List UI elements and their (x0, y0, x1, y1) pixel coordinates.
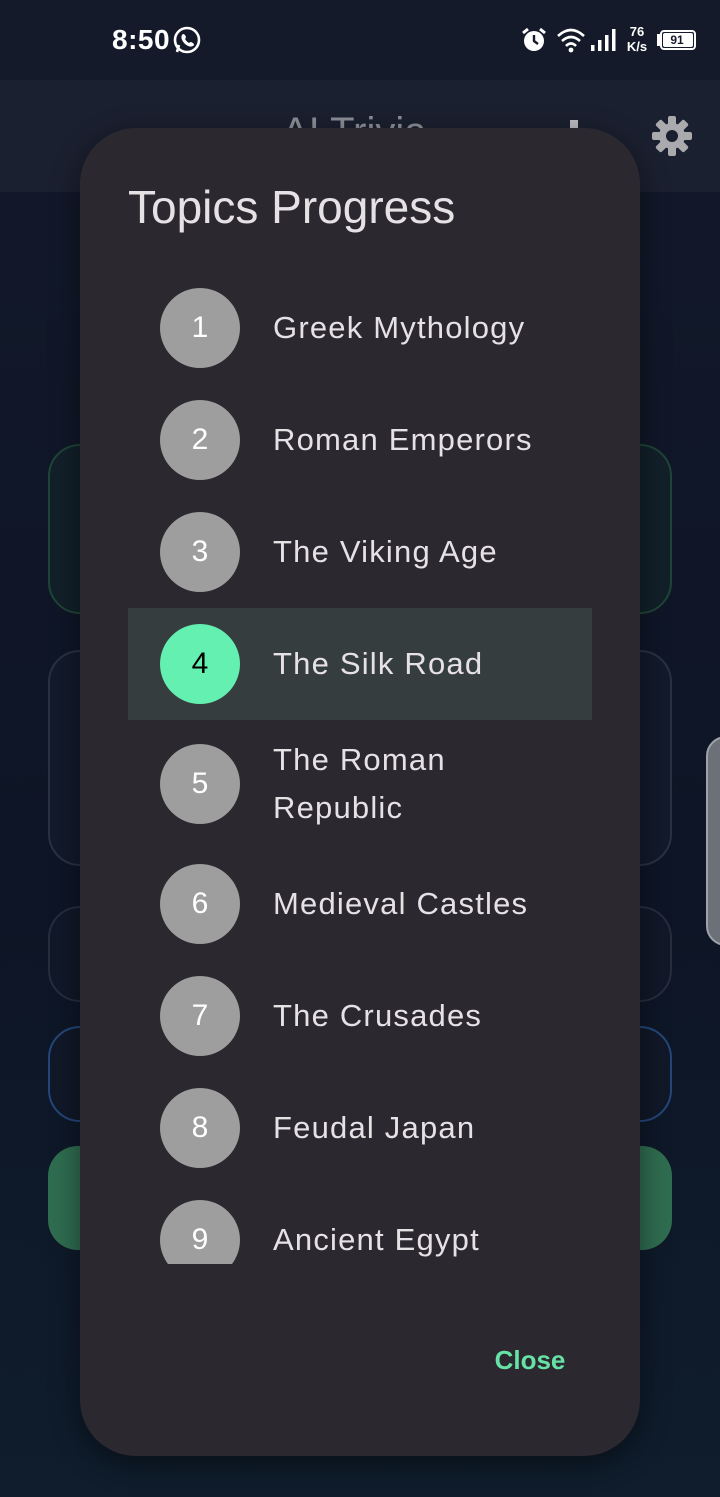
topic-number-badge: 8 (160, 1088, 240, 1168)
list-item[interactable]: 8 Feudal Japan (128, 1072, 592, 1184)
signal-icon (591, 29, 616, 51)
net-speed-value: 76 (629, 24, 645, 39)
topics-progress-dialog: Topics Progress 1 Greek Mythology 2 Roma… (80, 128, 640, 1456)
wifi-icon (557, 28, 585, 53)
status-time: 8:50 (112, 24, 171, 55)
topic-number-badge: 5 (160, 744, 240, 824)
list-item[interactable]: 5 The Roman Republic (128, 720, 592, 848)
net-speed-unit: K/s (626, 39, 648, 54)
topic-number-badge: 7 (160, 976, 240, 1056)
gear-icon[interactable] (650, 114, 694, 158)
topic-label: Medieval Castles (273, 886, 529, 921)
topic-number-badge: 3 (160, 512, 240, 592)
topic-label: Feudal Japan (273, 1110, 476, 1145)
topic-number-badge: 9 (160, 1200, 240, 1264)
list-item-selected[interactable]: 4 The Silk Road (128, 608, 592, 720)
list-item[interactable]: 7 The Crusades (128, 960, 592, 1072)
whatsapp-icon (173, 26, 201, 54)
list-item[interactable]: 2 Roman Emperors (128, 384, 592, 496)
list-item[interactable]: 6 Medieval Castles (128, 848, 592, 960)
dialog-title: Topics Progress (128, 181, 456, 233)
side-handle[interactable] (706, 736, 720, 946)
topic-label: Greek Mythology (273, 310, 526, 345)
alarm-icon (522, 27, 546, 51)
list-item[interactable]: 3 The Viking Age (128, 496, 592, 608)
topic-number-badge: 1 (160, 288, 240, 368)
topic-label: Ancient Egypt (273, 1222, 480, 1257)
battery-level: 91 (670, 33, 684, 47)
topic-label: The Crusades (273, 998, 483, 1033)
status-bar: 8:50 76 K/s 91 (0, 0, 720, 80)
net-speed: 76 K/s (622, 24, 652, 54)
list-item[interactable]: 9 Ancient Egypt (128, 1184, 592, 1264)
topic-list[interactable]: 1 Greek Mythology 2 Roman Emperors 3 The… (128, 272, 592, 1264)
topic-number-badge: 2 (160, 400, 240, 480)
topic-label: The Silk Road (273, 646, 484, 681)
topic-number-badge: 6 (160, 864, 240, 944)
topic-label: Roman Emperors (273, 422, 533, 457)
close-button[interactable]: Close (480, 1336, 580, 1384)
list-item[interactable]: 1 Greek Mythology (128, 272, 592, 384)
topic-label: The Viking Age (273, 534, 498, 569)
topic-number-badge: 4 (160, 624, 240, 704)
topic-label: The Roman Republic (273, 742, 446, 825)
